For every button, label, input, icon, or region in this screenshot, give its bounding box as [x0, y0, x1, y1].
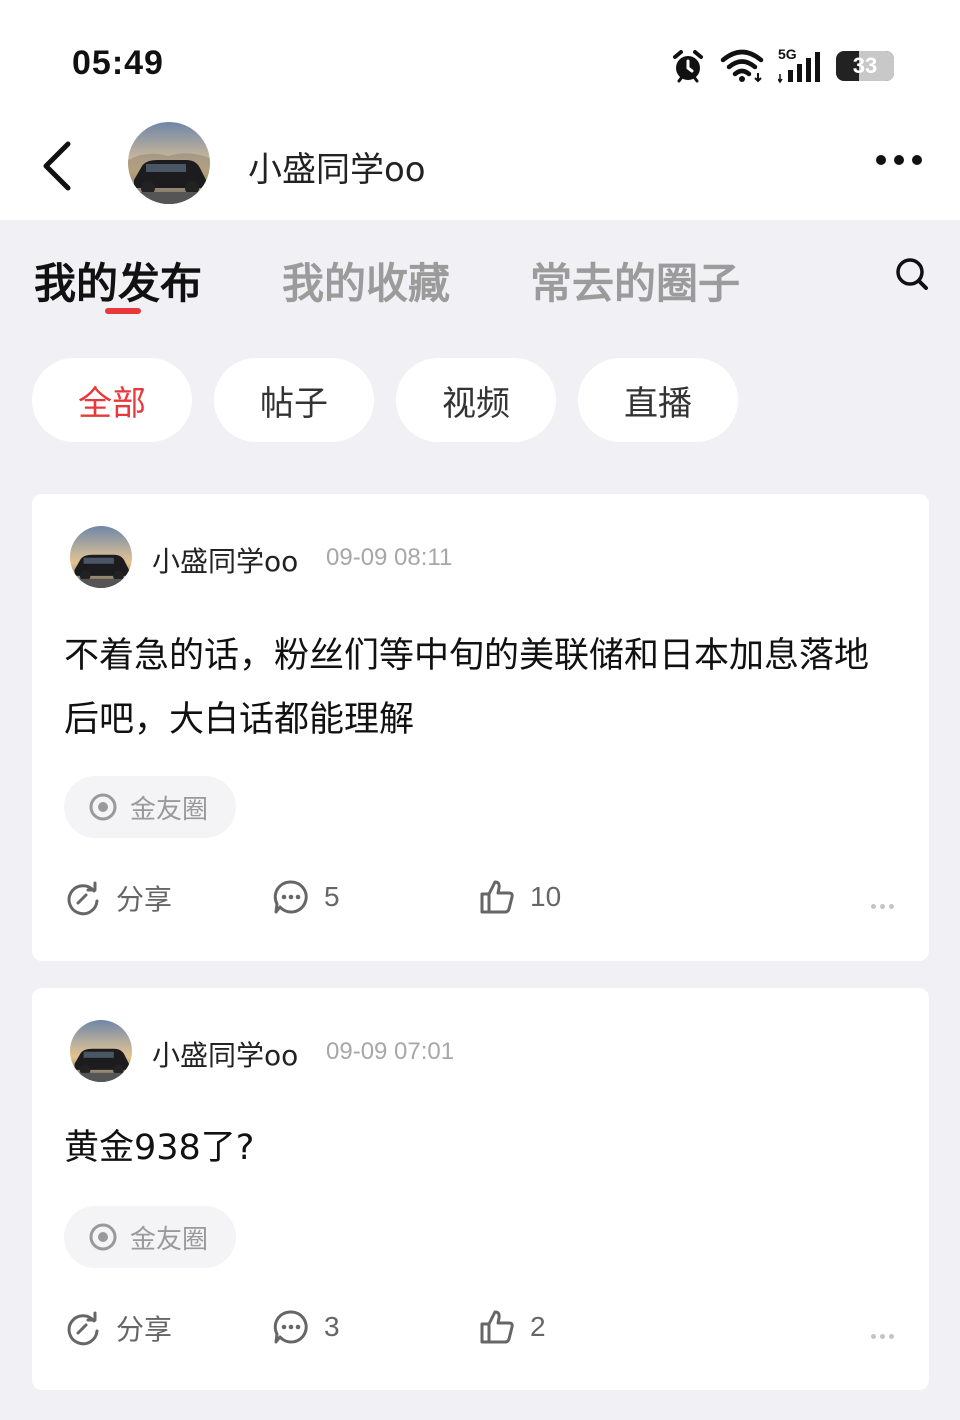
avatar[interactable] — [70, 1020, 132, 1082]
avatar[interactable] — [128, 122, 210, 204]
share-button[interactable]: 分享 — [64, 1308, 172, 1348]
post-actions: 分享 5 10 — [64, 878, 904, 922]
thumbs-up-icon — [480, 880, 514, 914]
active-tab-indicator — [105, 308, 141, 314]
comment-button[interactable]: 5 — [272, 878, 340, 916]
comment-icon — [273, 1310, 308, 1344]
post-card[interactable]: 小盛同学oo 09-09 08:11 不着急的话，粉丝们等中旬的美联储和日本加息… — [32, 494, 929, 961]
circle-tag-label: 金友圈 — [130, 794, 209, 825]
share-label: 分享 — [116, 884, 173, 915]
share-label: 分享 — [116, 1314, 173, 1345]
battery-icon: 33 — [836, 51, 894, 81]
circle-tag-label: 金友圈 — [130, 1224, 209, 1255]
filter-all[interactable]: 全部 — [32, 358, 192, 442]
profile-username: 小盛同学oo — [248, 150, 426, 190]
circle-icon — [89, 1223, 117, 1251]
back-button[interactable] — [36, 138, 80, 194]
wifi-icon — [720, 49, 764, 83]
post-time: 09-09 08:11 — [326, 544, 453, 571]
post-actions: 分享 3 2 — [64, 1308, 904, 1352]
post-card[interactable]: 小盛同学oo 09-09 07:01 黄金938了? 金友圈 分享 3 2 — [32, 988, 929, 1390]
filter-videos[interactable]: 视频 — [396, 358, 556, 442]
filter-live[interactable]: 直播 — [578, 358, 738, 442]
circle-icon — [89, 793, 117, 821]
circle-tag[interactable]: 金友圈 — [64, 776, 236, 838]
like-count: 2 — [530, 1311, 546, 1342]
filter-posts[interactable]: 帖子 — [214, 358, 374, 442]
alarm-icon — [673, 50, 703, 83]
more-dots-icon[interactable] — [876, 150, 932, 170]
battery-level: 33 — [852, 53, 878, 78]
profile-header: 小盛同学oo — [0, 110, 960, 220]
more-dots-icon[interactable] — [867, 894, 894, 913]
comment-count: 3 — [324, 1311, 340, 1342]
like-button[interactable]: 10 — [478, 878, 561, 916]
tab-my-favorites[interactable]: 我的收藏 — [282, 250, 450, 311]
status-time: 05:49 — [72, 44, 164, 82]
post-author: 小盛同学oo — [152, 545, 299, 578]
status-icons: 5G 33 — [670, 46, 894, 86]
tab-bar: 我的发布 我的收藏 常去的圈子 — [0, 220, 960, 330]
post-author: 小盛同学oo — [152, 1039, 299, 1072]
status-bar: 05:49 5G 33 — [0, 0, 960, 110]
tab-my-posts[interactable]: 我的发布 — [34, 250, 202, 311]
circle-tag[interactable]: 金友圈 — [64, 1206, 236, 1268]
post-text: 不着急的话，粉丝们等中旬的美联储和日本加息落地后吧，大白话都能理解 — [64, 636, 870, 740]
comment-icon — [273, 880, 308, 914]
post-time: 09-09 07:01 — [326, 1038, 455, 1065]
like-button[interactable]: 2 — [478, 1308, 546, 1346]
share-icon — [67, 881, 99, 916]
post-text: 黄金938了? — [64, 1128, 255, 1168]
more-dots-icon[interactable] — [867, 1324, 894, 1343]
share-icon — [67, 1311, 99, 1346]
comment-button[interactable]: 3 — [272, 1308, 340, 1346]
tab-frequent-circles[interactable]: 常去的圈子 — [530, 250, 740, 311]
share-button[interactable]: 分享 — [64, 878, 172, 918]
like-count: 10 — [530, 881, 562, 912]
filter-chips: 全部 帖子 视频 直播 — [32, 358, 738, 442]
search-icon[interactable] — [894, 256, 930, 292]
comment-count: 5 — [324, 881, 340, 912]
avatar[interactable] — [70, 526, 132, 588]
thumbs-up-icon — [480, 1310, 514, 1344]
signal-icon: 5G — [778, 46, 822, 84]
